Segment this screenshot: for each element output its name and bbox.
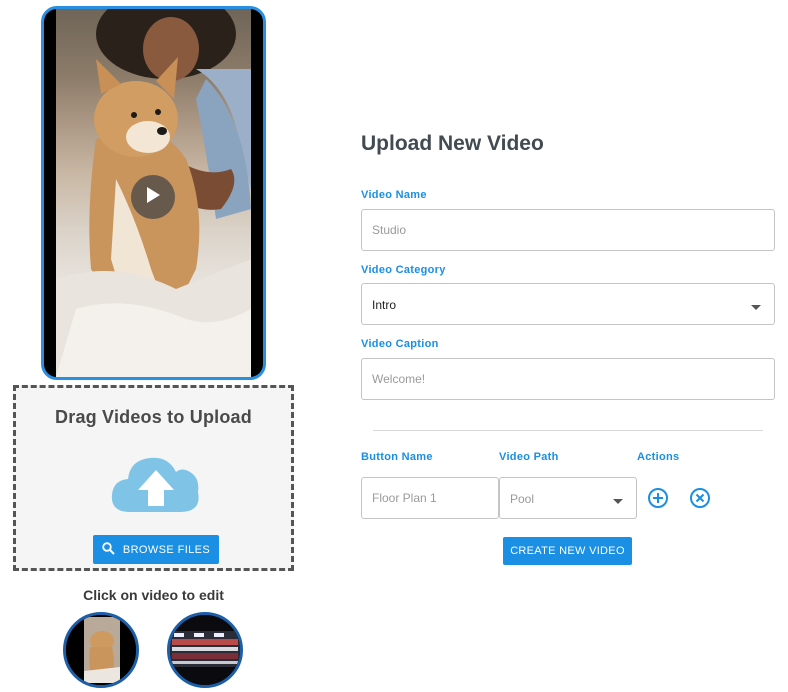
play-icon [145, 186, 161, 209]
video-thumbnail-1[interactable] [63, 612, 139, 688]
dropzone-title: Drag Videos to Upload [55, 407, 252, 427]
video-name-label: Video Name [361, 189, 427, 201]
browse-files-button[interactable]: BROWSE FILES [93, 535, 219, 564]
search-icon [102, 541, 115, 558]
video-category-value: Intro [372, 298, 397, 312]
video-path-value: Pool [510, 492, 535, 506]
video-path-select[interactable]: Pool [499, 477, 637, 519]
video-caption-label: Video Caption [361, 338, 439, 350]
button-name-header: Button Name [361, 451, 433, 463]
create-video-button[interactable]: CREATE NEW VIDEO [503, 537, 632, 565]
actions-header: Actions [637, 451, 680, 463]
video-caption-input[interactable] [361, 358, 775, 400]
button-name-input[interactable] [361, 477, 499, 519]
remove-circle-icon[interactable] [689, 487, 711, 509]
video-category-select[interactable]: Intro [361, 283, 775, 325]
video-path-header: Video Path [499, 451, 559, 463]
chevron-down-icon [751, 305, 761, 310]
form-title: Upload New Video [361, 132, 544, 155]
edit-caption: Click on video to edit [83, 587, 224, 603]
cloud-upload-icon [110, 454, 202, 519]
upload-dropzone[interactable]: Drag Videos to Upload BROWSE FILES [13, 385, 294, 571]
add-circle-icon[interactable] [647, 487, 669, 509]
browse-files-label: BROWSE FILES [122, 543, 211, 556]
video-name-input[interactable] [361, 209, 775, 251]
thumbnail-image-2 [170, 615, 240, 685]
chevron-down-icon [613, 499, 623, 504]
video-thumbnail-2[interactable] [167, 612, 243, 688]
video-preview[interactable] [41, 6, 266, 380]
form-divider [373, 430, 763, 431]
play-button[interactable] [131, 175, 175, 219]
thumbnail-image-1 [66, 615, 136, 685]
video-category-label: Video Category [361, 264, 446, 276]
